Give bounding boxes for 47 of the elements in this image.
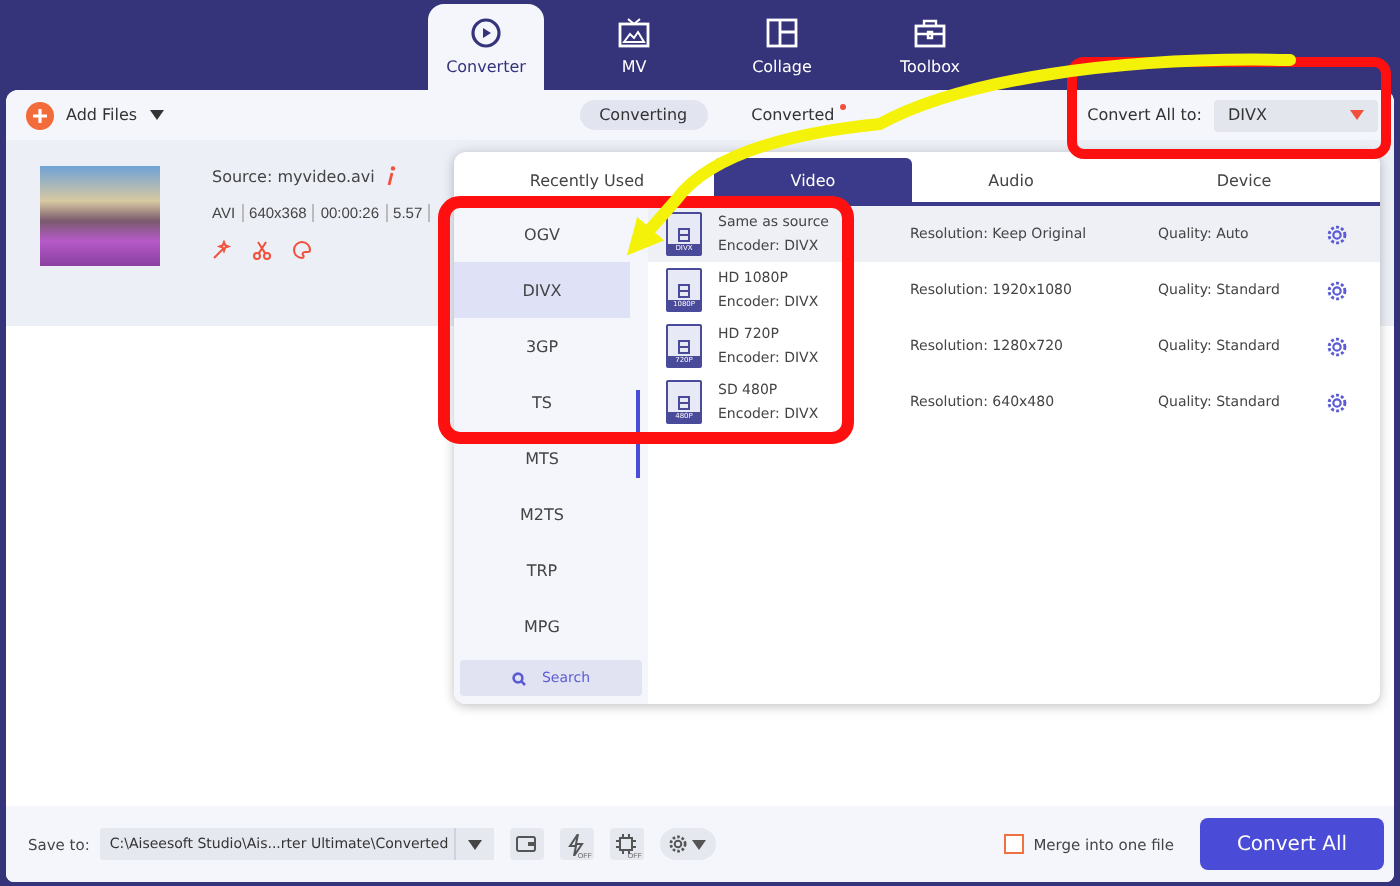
convert-all-button[interactable]: Convert All bbox=[1200, 818, 1384, 870]
format-item[interactable]: MPG bbox=[454, 598, 630, 654]
caret-icon bbox=[149, 110, 164, 120]
scissors-icon[interactable] bbox=[252, 240, 272, 260]
settings-icon[interactable] bbox=[1326, 223, 1348, 245]
view-tab[interactable]: Converting bbox=[579, 100, 708, 130]
path-dropdown-button[interactable] bbox=[453, 828, 494, 860]
convert-all-label: Convert All to: bbox=[1087, 106, 1202, 124]
tv-icon bbox=[618, 18, 650, 48]
lightning-icon bbox=[568, 833, 585, 855]
settings-icon[interactable] bbox=[1326, 335, 1348, 357]
magic-wand-icon[interactable] bbox=[212, 240, 232, 260]
settings-dropdown[interactable] bbox=[659, 828, 716, 860]
settings-icon[interactable] bbox=[1326, 279, 1348, 301]
format-item[interactable]: DIVX bbox=[454, 262, 630, 318]
merge-checkbox[interactable] bbox=[1003, 834, 1024, 854]
nav-tab[interactable]: Converter bbox=[428, 4, 544, 90]
info-icon[interactable] bbox=[386, 166, 397, 186]
nav-tab[interactable]: MV bbox=[576, 4, 692, 90]
scrollbar[interactable] bbox=[636, 390, 640, 478]
format-item[interactable]: M2TS bbox=[454, 486, 630, 542]
collage-icon bbox=[766, 18, 798, 48]
palette-icon[interactable] bbox=[292, 240, 312, 260]
nav-tab[interactable]: Collage bbox=[724, 4, 840, 90]
add-files-button[interactable]: Add Files bbox=[26, 101, 164, 129]
toolbox-icon bbox=[914, 18, 946, 48]
search-icon bbox=[511, 671, 526, 685]
caret-icon bbox=[467, 839, 482, 849]
caret-icon bbox=[1350, 110, 1364, 120]
chip-icon bbox=[616, 834, 637, 854]
source-name: Source: myvideo.avi bbox=[212, 167, 375, 185]
caret-icon bbox=[692, 839, 707, 849]
folder-icon bbox=[516, 836, 537, 852]
format-item[interactable]: OGV bbox=[454, 206, 630, 262]
format-item[interactable]: TRP bbox=[454, 542, 630, 598]
convert-icon bbox=[470, 18, 502, 48]
photo-placeholder bbox=[40, 166, 160, 266]
nav-tab[interactable]: Toolbox bbox=[872, 4, 988, 90]
plus-icon bbox=[26, 101, 54, 129]
view-tab[interactable]: Converted bbox=[731, 100, 855, 130]
format-dropdown[interactable]: DIVX bbox=[1214, 99, 1378, 131]
format-item[interactable]: 3GP bbox=[454, 318, 630, 374]
format-item[interactable]: TS bbox=[454, 374, 630, 430]
format-item[interactable]: MTS bbox=[454, 430, 630, 486]
settings-icon[interactable] bbox=[668, 834, 689, 854]
folder-button[interactable] bbox=[509, 828, 544, 860]
settings-icon[interactable] bbox=[1326, 391, 1348, 413]
